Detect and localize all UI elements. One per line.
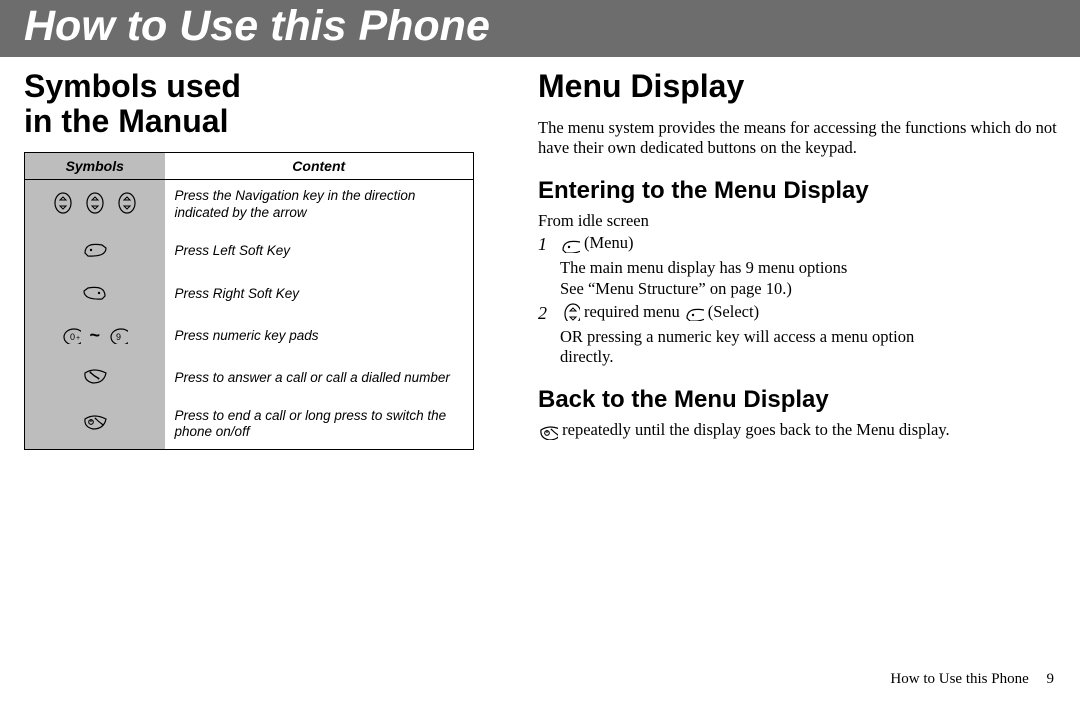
step-2-tail: (Select) [708,302,759,323]
page-number: 9 [1047,671,1055,687]
table-cell-content: Press to answer a call or call a dialled… [165,357,474,400]
table-row: Press Right Soft Key [25,273,474,316]
table-row: Press to answer a call or call a dialled… [25,357,474,400]
step-number: 2 [538,302,552,325]
step-1-after-line2: See “Menu Structure” on page 10.) [560,279,792,298]
step-2: 2 required menu (Select) OR pressing a n… [538,302,1058,368]
table-cell-content: Press Left Soft Key [165,230,474,273]
entering-lead: From idle screen [538,211,1058,232]
step-1-after-line1: The main menu display has 9 menu options [560,258,847,277]
nav-key-icon [114,192,140,214]
left-soft-key-icon [82,238,108,260]
end-key-icon [82,411,108,433]
table-row: Press Left Soft Key [25,230,474,273]
nav-key-icon [50,192,76,214]
back-text: repeatedly until the display goes back t… [562,420,950,439]
step-2-mid: required menu [584,302,680,323]
step-number: 1 [538,233,552,256]
page-footer: How to Use this Phone 9 [890,671,1054,688]
left-soft-key-icon [560,235,580,253]
step-2-after-line1: OR pressing a numeric key will access a … [560,327,914,346]
step-2-after-line2: directly. [560,347,613,366]
tilde-icon: ~ [87,324,102,347]
back-heading: Back to the Menu Display [538,386,1058,414]
table-cell-content: Press numeric key pads [165,316,474,357]
table-header-content: Content [165,153,474,180]
step-1: 1 (Menu) The main menu display has 9 men… [538,233,1058,299]
menu-display-intro: The menu system provides the means for a… [538,118,1058,159]
table-header-symbols: Symbols [25,153,165,180]
symbols-heading-line2: in the Manual [24,103,228,139]
step-1-text: (Menu) [584,233,633,254]
symbols-table: Symbols Content Press the Nav [24,152,474,450]
end-key-icon [538,422,558,440]
table-row: ~ Press numeric key pads [25,316,474,357]
symbols-heading: Symbols used in the Manual [24,69,504,138]
numeric-key-9-icon [108,326,128,344]
entering-heading: Entering to the Menu Display [538,177,1058,205]
footer-text: How to Use this Phone [890,671,1028,687]
table-row: Press to end a call or long press to swi… [25,400,474,450]
header-banner: How to Use this Phone [0,0,1080,57]
send-key-icon [82,365,108,387]
nav-key-icon [82,192,108,214]
menu-display-heading: Menu Display [538,69,1058,104]
page-title: How to Use this Phone [24,2,1080,51]
left-soft-key-icon [684,303,704,321]
numeric-key-0-icon [61,326,81,344]
right-column: Menu Display The menu system provides th… [538,69,1058,450]
table-cell-content: Press to end a call or long press to swi… [165,400,474,450]
symbols-heading-line1: Symbols used [24,68,241,104]
right-soft-key-icon [82,281,108,303]
table-row: Press the Navigation key in the directio… [25,180,474,230]
back-body: repeatedly until the display goes back t… [538,420,1058,441]
table-cell-content: Press the Navigation key in the directio… [165,180,474,230]
left-column: Symbols used in the Manual Symbols Conte… [24,69,504,450]
nav-key-icon [560,303,580,321]
table-cell-content: Press Right Soft Key [165,273,474,316]
